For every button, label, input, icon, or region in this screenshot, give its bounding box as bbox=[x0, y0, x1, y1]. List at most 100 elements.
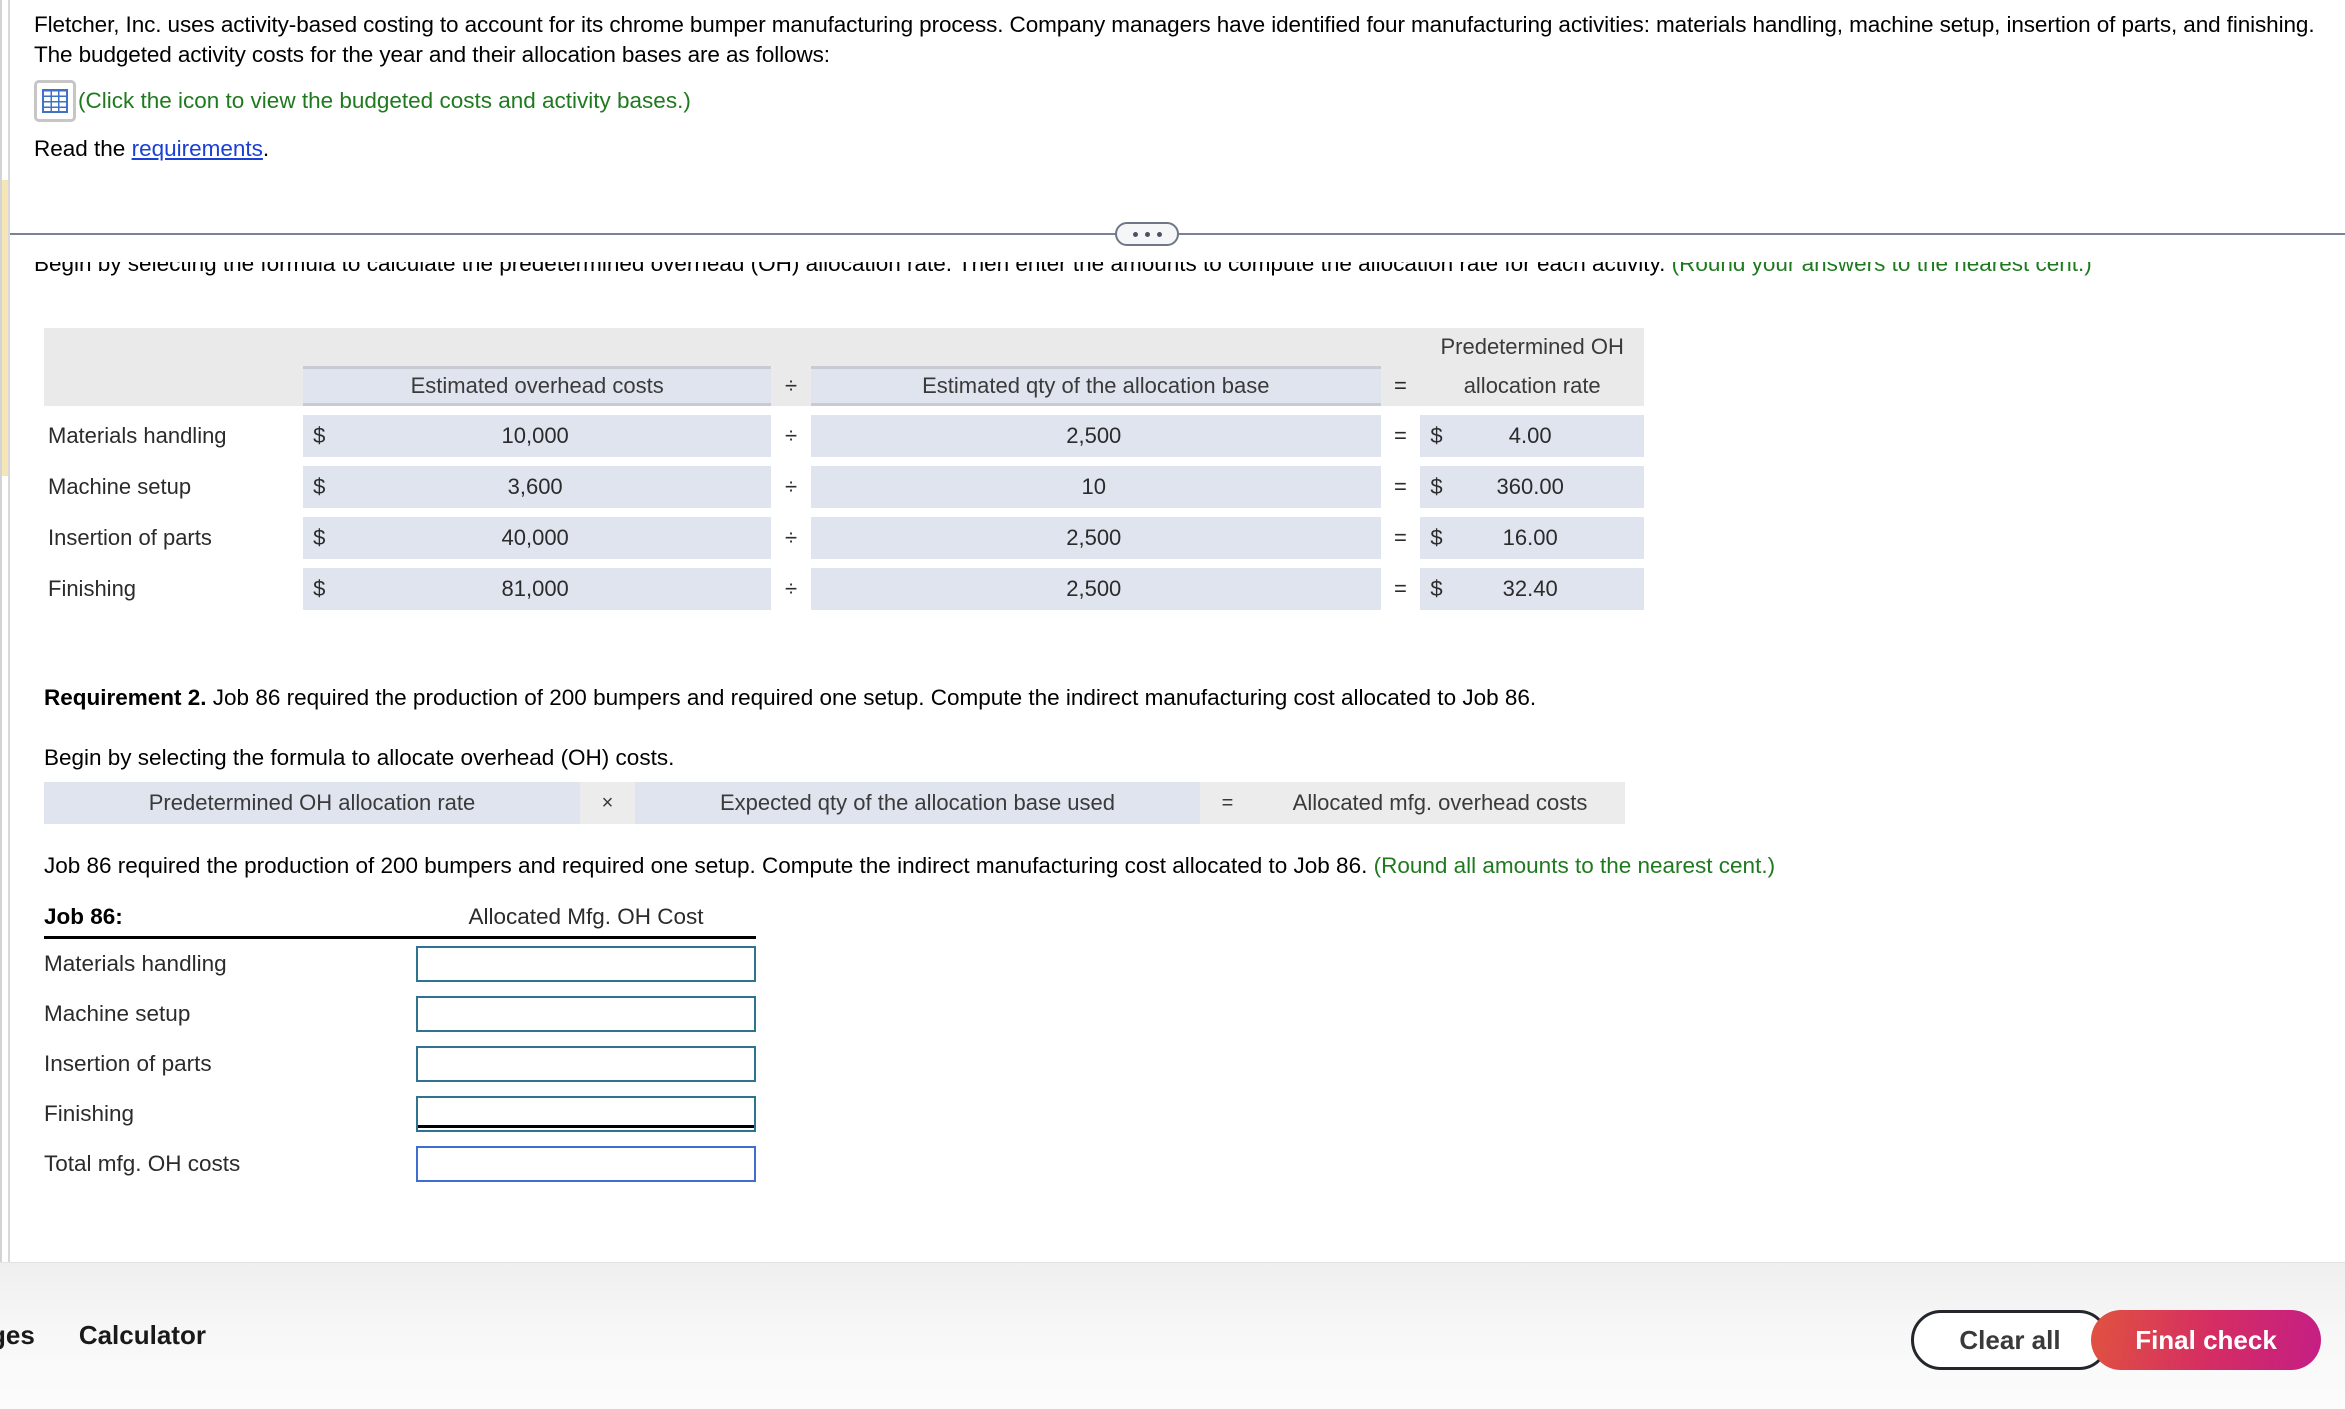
op-equals: = bbox=[1380, 568, 1421, 610]
currency-symbol: $ bbox=[313, 576, 326, 601]
qty-value: 2,500 bbox=[1066, 423, 1122, 448]
read-suffix: . bbox=[262, 136, 270, 161]
table-row: Insertion of parts $ 40,000 ÷ 2,500 = $ … bbox=[44, 517, 1644, 559]
rate-cell[interactable]: $ 32.40 bbox=[1420, 568, 1644, 610]
op-divide: ÷ bbox=[771, 568, 812, 610]
currency-symbol: $ bbox=[1430, 576, 1443, 601]
row-input-cell bbox=[416, 1046, 756, 1082]
qty-cell[interactable]: 2,500 bbox=[811, 568, 1381, 610]
cost-cell[interactable]: $ 10,000 bbox=[303, 415, 772, 457]
header-spacer-cost bbox=[303, 328, 772, 366]
pane-splitter[interactable] bbox=[10, 222, 2345, 246]
rate-value: 360.00 bbox=[1496, 474, 1564, 499]
row-label: Machine setup bbox=[48, 474, 192, 499]
requirement1-rounding-note: (Round your answers to the nearest cent.… bbox=[1671, 262, 2092, 276]
question-header: Fletcher, Inc. uses activity-based costi… bbox=[34, 10, 2324, 162]
total-mfg-oh-costs-input[interactable] bbox=[416, 1146, 756, 1182]
table-row: Finishing bbox=[44, 1089, 774, 1139]
row-label: Materials handling bbox=[48, 423, 227, 448]
cost-value: 3,600 bbox=[507, 474, 563, 499]
requirement2-text: Job 86 required the production of 200 bu… bbox=[206, 685, 1537, 710]
toolbar-clipped-item[interactable]: ges bbox=[0, 1320, 35, 1351]
formula-dropdown-qty[interactable]: Expected qty of the allocation base used bbox=[635, 782, 1200, 824]
clear-all-button[interactable]: Clear all bbox=[1911, 1310, 2109, 1370]
read-prefix: Read the bbox=[34, 136, 132, 161]
currency-symbol: $ bbox=[1430, 423, 1443, 448]
attachment-row: (Click the icon to view the budgeted cos… bbox=[34, 80, 2324, 122]
answer-pane: Begin by selecting the formula to calcul… bbox=[10, 262, 2345, 1262]
requirement2-heading: Requirement 2. Job 86 required the produ… bbox=[44, 685, 1536, 711]
requirement2-begin-text: Begin by selecting the formula to alloca… bbox=[44, 745, 675, 770]
cost-value: 10,000 bbox=[501, 423, 569, 448]
formula-dropdown-rate[interactable]: Predetermined OH allocation rate bbox=[44, 782, 580, 824]
table-row: Materials handling bbox=[44, 939, 774, 989]
requirement1-instruction-text: Begin by selecting the formula to calcul… bbox=[34, 262, 1672, 276]
rate-cell[interactable]: $ 16.00 bbox=[1420, 517, 1644, 559]
row-gap bbox=[44, 508, 1644, 517]
predetermined-rate-table: Predetermined OH Estimated overhead cost… bbox=[44, 328, 1644, 610]
row-label: Insertion of parts bbox=[48, 525, 212, 550]
row-label: Materials handling bbox=[44, 951, 227, 976]
rate-header-line2: allocation rate bbox=[1420, 366, 1644, 406]
qty-value: 10 bbox=[1081, 474, 1107, 499]
currency-symbol: $ bbox=[1430, 525, 1443, 550]
subtotal-rule bbox=[418, 1125, 754, 1128]
row-input-cell bbox=[416, 946, 756, 982]
row-gap bbox=[44, 559, 1644, 568]
header-spacer-qty bbox=[811, 328, 1381, 366]
calculator-button[interactable]: Calculator bbox=[79, 1320, 206, 1351]
table-row: Finishing $ 81,000 ÷ 2,500 = $ 32.40 bbox=[44, 568, 1644, 610]
requirements-link[interactable]: requirements bbox=[132, 136, 263, 161]
op-divide: ÷ bbox=[771, 415, 812, 457]
materials-handling-input[interactable] bbox=[416, 946, 756, 982]
row-label: Machine setup bbox=[44, 1001, 191, 1026]
rate-cell[interactable]: $ 360.00 bbox=[1420, 466, 1644, 508]
formula-op-multiply: × bbox=[580, 782, 635, 824]
qty-cell[interactable]: 10 bbox=[811, 466, 1381, 508]
op-divide: ÷ bbox=[771, 517, 812, 559]
currency-symbol: $ bbox=[313, 423, 326, 448]
currency-symbol: $ bbox=[313, 474, 326, 499]
qty-cell[interactable]: 2,500 bbox=[811, 415, 1381, 457]
op-equals: = bbox=[1380, 415, 1421, 457]
cost-value: 40,000 bbox=[501, 525, 569, 550]
insertion-of-parts-input[interactable] bbox=[416, 1046, 756, 1082]
read-requirements-line: Read the requirements. bbox=[34, 136, 2324, 162]
table-row: Machine setup bbox=[44, 989, 774, 1039]
header-dropdown-cost[interactable]: Estimated overhead costs bbox=[303, 366, 772, 406]
attachment-hint[interactable]: (Click the icon to view the budgeted cos… bbox=[78, 88, 691, 114]
row-label: Finishing bbox=[44, 1101, 135, 1126]
final-check-button[interactable]: Final check bbox=[2091, 1310, 2321, 1370]
formula-op-equals: = bbox=[1200, 782, 1255, 824]
header-op-equals: = bbox=[1380, 366, 1421, 406]
allocation-formula-strip: Predetermined OH allocation rate × Expec… bbox=[44, 782, 1625, 824]
header-spacer-op1 bbox=[771, 328, 812, 366]
header-spacer bbox=[44, 328, 304, 366]
dot-icon bbox=[1156, 231, 1162, 237]
spreadsheet-grid-icon-glyph bbox=[42, 89, 68, 113]
toolbar-left-group: ges Calculator bbox=[0, 1320, 206, 1351]
job86-header-column: Allocated Mfg. OH Cost bbox=[468, 904, 704, 929]
cost-cell[interactable]: $ 40,000 bbox=[303, 517, 772, 559]
header-label-blank bbox=[44, 366, 304, 406]
header-dropdown-qty[interactable]: Estimated qty of the allocation base bbox=[811, 366, 1381, 406]
problem-statement: Fletcher, Inc. uses activity-based costi… bbox=[34, 12, 2315, 67]
cost-cell[interactable]: $ 3,600 bbox=[303, 466, 772, 508]
exercise-page: Fletcher, Inc. uses activity-based costi… bbox=[0, 0, 2345, 1409]
splitter-handle-icon[interactable] bbox=[1115, 222, 1179, 246]
qty-cell[interactable]: 2,500 bbox=[811, 517, 1381, 559]
job86-answer-table: Job 86: Allocated Mfg. OH Cost Materials… bbox=[44, 896, 774, 1189]
job86-header-label: Job 86: bbox=[44, 904, 123, 929]
rate-cell[interactable]: $ 4.00 bbox=[1420, 415, 1644, 457]
spreadsheet-grid-icon[interactable] bbox=[34, 80, 76, 122]
dot-icon bbox=[1132, 231, 1138, 237]
row-gap bbox=[44, 457, 1644, 466]
machine-setup-input[interactable] bbox=[416, 996, 756, 1032]
rate-value: 4.00 bbox=[1508, 423, 1552, 448]
row-input-cell bbox=[416, 1096, 756, 1132]
op-divide: ÷ bbox=[771, 466, 812, 508]
formula-result-label: Allocated mfg. overhead costs bbox=[1255, 782, 1625, 824]
qty-value: 2,500 bbox=[1066, 525, 1122, 550]
cost-cell[interactable]: $ 81,000 bbox=[303, 568, 772, 610]
row-label: Finishing bbox=[48, 576, 137, 601]
